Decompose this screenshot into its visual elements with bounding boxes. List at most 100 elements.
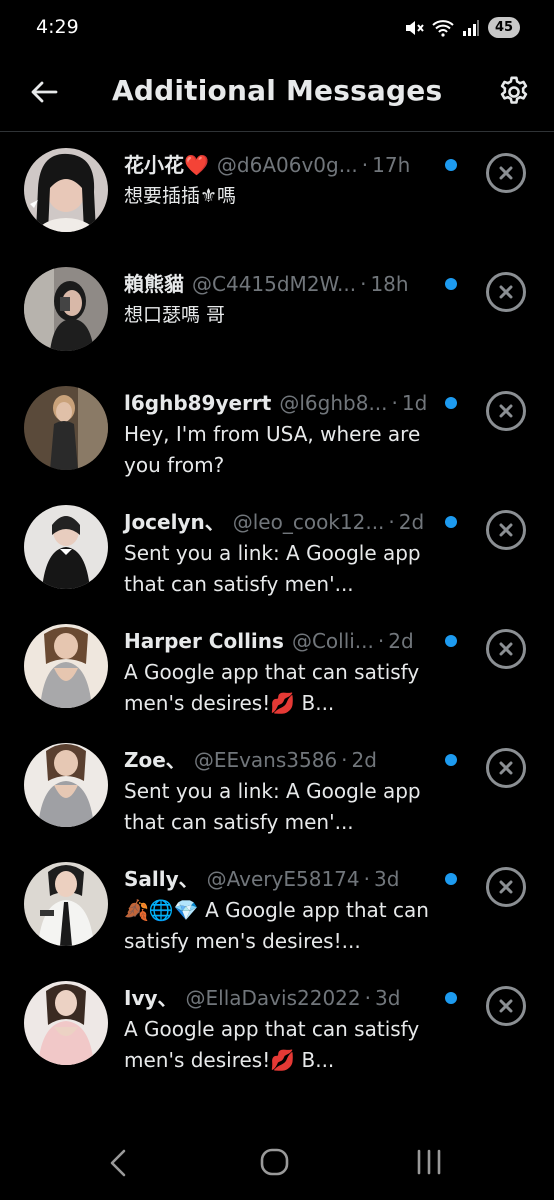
unread-indicator: [445, 873, 457, 885]
unread-indicator: [445, 635, 457, 647]
close-icon: [499, 404, 513, 418]
separator: ·: [361, 153, 369, 177]
unread-indicator: [445, 516, 457, 528]
message-row[interactable]: Ivy、 @EllaDavis22022 · 3d A Google app t…: [0, 966, 554, 1085]
unread-indicator: [445, 278, 457, 290]
avatar[interactable]: [24, 862, 108, 946]
sender-name: 花小花❤️: [124, 153, 209, 177]
message-content: 花小花❤️ @d6A06v0g... · 17h 想要插插⚜嗎: [124, 150, 454, 212]
back-arrow-icon: [31, 81, 58, 103]
sender-handle: @leo_cook12...: [232, 510, 385, 534]
nav-back-icon: [110, 1149, 126, 1177]
sender-handle: @d6A06v0g...: [216, 153, 358, 177]
nav-recent-apps-icon: [417, 1149, 441, 1175]
nav-recent-apps-button[interactable]: [415, 1148, 443, 1180]
dismiss-button[interactable]: [486, 510, 526, 550]
message-row[interactable]: Sally、 @AveryE58174 · 3d 🍂🌐💎 A Google ap…: [0, 847, 554, 966]
message-content: Sally、 @AveryE58174 · 3d 🍂🌐💎 A Google ap…: [124, 864, 454, 957]
message-content: l6ghb89yerrt @l6ghb8... · 1d Hey, I'm fr…: [124, 388, 454, 481]
message-content: Harper Collins @Colli... · 2d A Google a…: [124, 626, 454, 719]
timestamp: 2d: [398, 510, 425, 534]
unread-indicator: [445, 754, 457, 766]
sender-name: 賴熊貓: [124, 272, 184, 296]
timestamp: 3d: [374, 986, 401, 1010]
separator: ·: [388, 510, 395, 534]
unread-indicator: [445, 159, 457, 171]
system-nav-bar: [0, 1128, 554, 1200]
dismiss-button[interactable]: [486, 153, 526, 193]
nav-home-button[interactable]: [259, 1146, 291, 1182]
timestamp: 2d: [388, 629, 414, 653]
sender-name: Harper Collins: [124, 629, 284, 653]
avatar[interactable]: [24, 505, 108, 589]
avatar[interactable]: [24, 743, 108, 827]
separator: ·: [360, 272, 367, 296]
close-icon: [499, 523, 513, 537]
close-icon: [499, 285, 513, 299]
wifi-icon: [432, 19, 454, 37]
message-row[interactable]: 花小花❤️ @d6A06v0g... · 17h 想要插插⚜嗎: [0, 133, 554, 252]
message-row[interactable]: Harper Collins @Colli... · 2d A Google a…: [0, 609, 554, 728]
sender-name: l6ghb89yerrt: [124, 391, 272, 415]
status-time: 4:29: [36, 16, 79, 38]
message-content: Jocelyn、 @leo_cook12... · 2d Sent you a …: [124, 507, 454, 600]
message-preview: 🍂🌐💎 A Google app that can satisfy men's …: [124, 898, 429, 953]
dismiss-button[interactable]: [486, 748, 526, 788]
separator: ·: [391, 391, 398, 415]
nav-home-icon: [260, 1148, 289, 1176]
dismiss-button[interactable]: [486, 391, 526, 431]
dismiss-button[interactable]: [486, 629, 526, 669]
message-preview: A Google app that can satisfy men's desi…: [124, 660, 420, 715]
sender-name: Zoe、: [124, 748, 186, 772]
settings-button[interactable]: [492, 70, 536, 114]
close-icon: [499, 642, 513, 656]
message-row[interactable]: 賴熊貓 @C4415dM2W... · 18h 想口瑟嗎 哥: [0, 252, 554, 371]
message-row[interactable]: Zoe、 @EEvans3586 · 2d Sent you a link: A…: [0, 728, 554, 847]
message-content: 賴熊貓 @C4415dM2W... · 18h 想口瑟嗎 哥: [124, 269, 454, 331]
dismiss-button[interactable]: [486, 272, 526, 312]
close-icon: [499, 880, 513, 894]
timestamp: 18h: [370, 272, 409, 296]
battery-icon: 45: [488, 17, 520, 38]
page-title: Additional Messages: [112, 74, 443, 107]
avatar[interactable]: [24, 267, 108, 351]
header: Additional Messages: [0, 58, 554, 132]
status-icons: 45: [404, 17, 520, 38]
dismiss-button[interactable]: [486, 867, 526, 907]
separator: ·: [377, 629, 385, 653]
sender-handle: @C4415dM2W...: [192, 272, 357, 296]
message-preview: Sent you a link: A Google app that can s…: [124, 779, 421, 834]
mute-icon: [404, 19, 424, 37]
back-button[interactable]: [24, 72, 64, 112]
gear-icon: [500, 76, 528, 104]
sender-name: Ivy、: [124, 986, 178, 1010]
message-row[interactable]: l6ghb89yerrt @l6ghb8... · 1d Hey, I'm fr…: [0, 371, 554, 490]
avatar[interactable]: [24, 386, 108, 470]
message-content: Zoe、 @EEvans3586 · 2d Sent you a link: A…: [124, 745, 454, 838]
timestamp: 3d: [373, 867, 400, 891]
close-icon: [499, 999, 513, 1013]
timestamp: 1d: [401, 391, 428, 415]
message-preview: Hey, I'm from USA, where are you from?: [124, 422, 421, 477]
sender-name: Jocelyn、: [124, 510, 225, 534]
sender-handle: @EllaDavis22022: [185, 986, 361, 1010]
dismiss-button[interactable]: [486, 986, 526, 1026]
sender-handle: @Colli...: [291, 629, 374, 653]
message-request-list: 花小花❤️ @d6A06v0g... · 17h 想要插插⚜嗎 賴熊貓 @C44…: [0, 133, 554, 1085]
message-content: Ivy、 @EllaDavis22022 · 3d A Google app t…: [124, 983, 454, 1076]
message-preview: 想口瑟嗎 哥: [124, 304, 226, 326]
message-row[interactable]: Jocelyn、 @leo_cook12... · 2d Sent you a …: [0, 490, 554, 609]
sender-handle: @l6ghb8...: [279, 391, 388, 415]
nav-back-button[interactable]: [108, 1148, 128, 1182]
status-bar: 4:29 45: [0, 0, 554, 58]
avatar[interactable]: [24, 148, 108, 232]
message-preview: A Google app that can satisfy men's desi…: [124, 1017, 420, 1072]
close-icon: [499, 761, 513, 775]
avatar[interactable]: [24, 624, 108, 708]
unread-indicator: [445, 397, 457, 409]
avatar[interactable]: [24, 981, 108, 1065]
message-preview: 想要插插⚜嗎: [124, 185, 237, 207]
unread-indicator: [445, 992, 457, 1004]
separator: ·: [363, 867, 370, 891]
separator: ·: [364, 986, 371, 1010]
